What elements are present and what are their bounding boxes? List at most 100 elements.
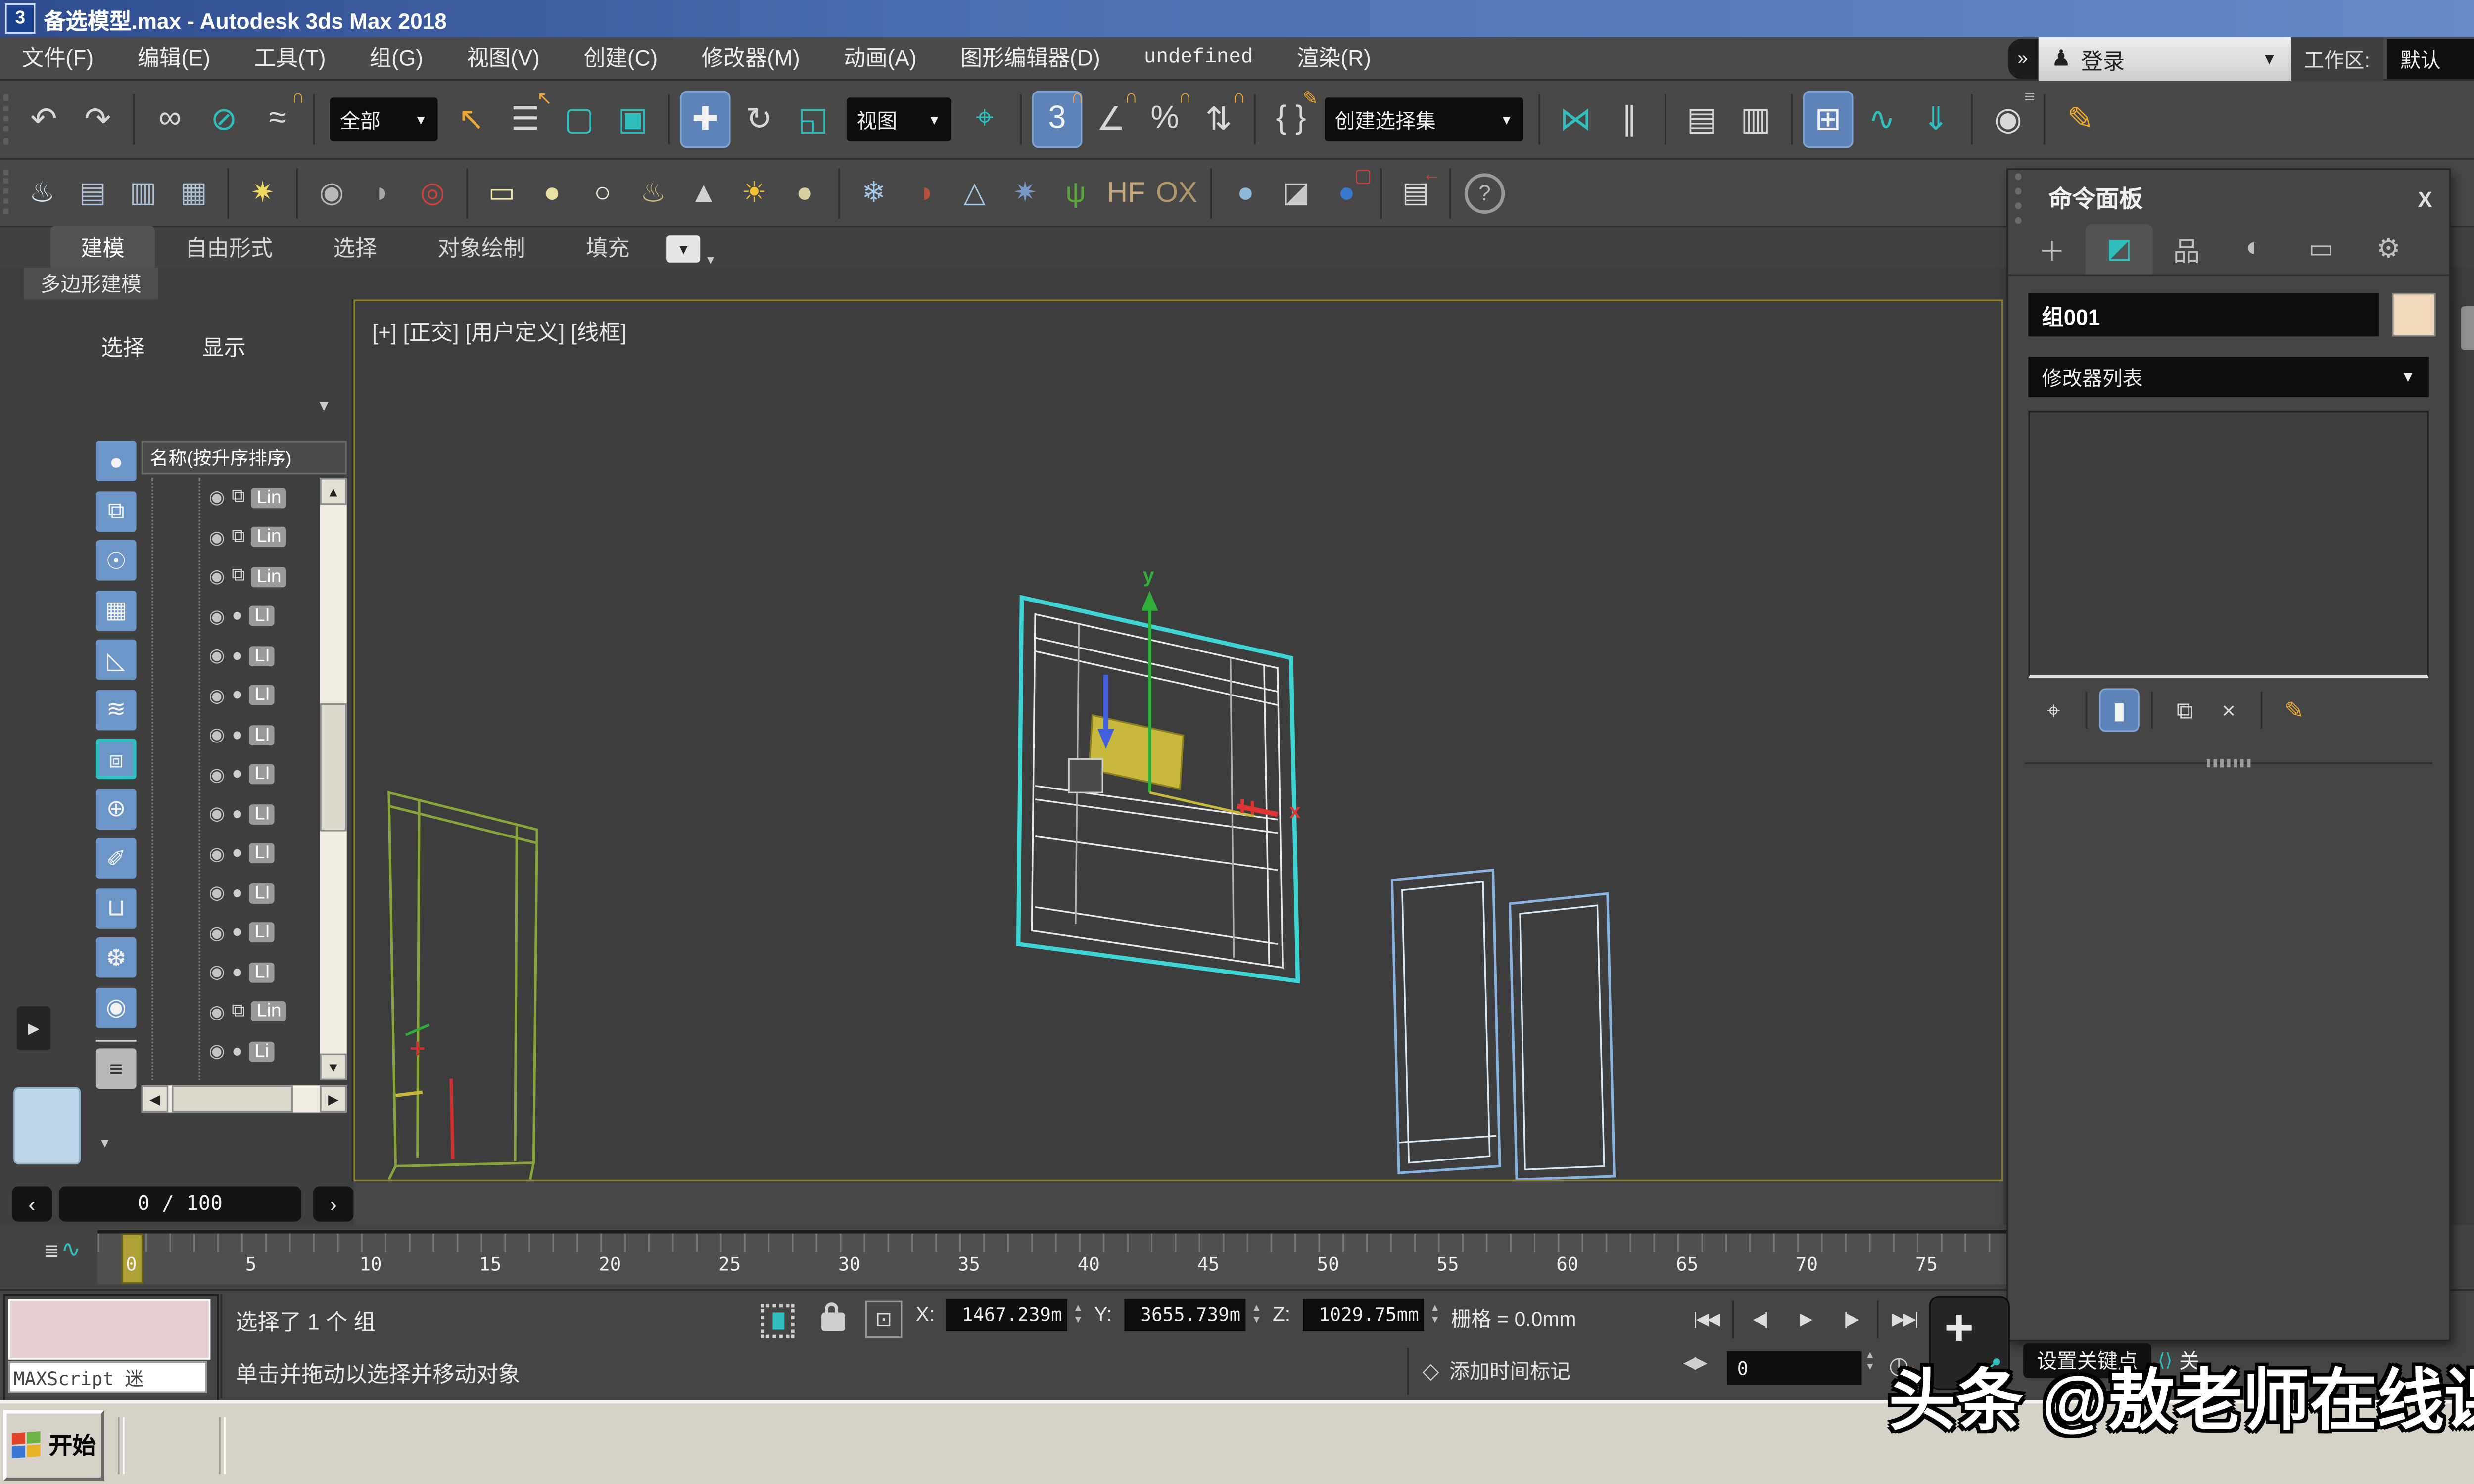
ribbon-subtab-polygon-modeling[interactable]: 多边形建模 (24, 268, 158, 300)
menu-item-graph-editors[interactable]: 图形编辑器(D) (939, 37, 1122, 79)
scene-object-row[interactable]: ◉●LI (142, 715, 347, 755)
add-time-tag[interactable]: ◇ 添加时间标记 (1423, 1356, 1570, 1385)
tab-modify[interactable]: ◩ (2086, 224, 2153, 274)
filter-groups-icon[interactable]: ⧈ (96, 739, 137, 779)
tab-selection[interactable]: 选择 (303, 226, 407, 268)
filter-all-icon[interactable]: ● (96, 441, 137, 481)
menu-item-edit[interactable]: 编辑(E) (115, 37, 232, 79)
visibility-eye-icon[interactable]: ◉ (209, 1001, 225, 1022)
grass-icon[interactable]: ψ (1052, 167, 1099, 218)
metaball-icon[interactable]: ◑ (901, 167, 948, 218)
explorer-dropdown-icon[interactable]: ▼ (317, 397, 332, 414)
spinner-snap-icon[interactable]: ⇅∩ (1193, 91, 1244, 148)
scroll-right-icon[interactable]: ▶ (320, 1085, 346, 1112)
redo-icon[interactable]: ↷ (72, 91, 123, 148)
explorer-menu-display[interactable]: 显示 (202, 330, 246, 362)
scene-object-row[interactable]: ◉●LI (142, 597, 347, 636)
panel-splitter[interactable] (2025, 762, 2432, 764)
configure-modifier-sets-icon[interactable]: ✎ (2274, 688, 2315, 732)
scene-object-row[interactable]: ◉●LI (142, 913, 347, 953)
select-and-scale-icon[interactable]: ◱ (788, 91, 838, 148)
scene-object-row[interactable]: ◉⧉Lin (142, 517, 347, 557)
vertical-scroll-thumb[interactable] (320, 703, 346, 832)
object-name[interactable]: LI (249, 962, 275, 982)
blue-sphere-icon[interactable]: ● (1222, 167, 1269, 218)
reference-coordinate-dropdown[interactable]: 视图▼ (847, 97, 951, 141)
z-coordinate-field[interactable]: 1029.75mm (1303, 1299, 1424, 1331)
visibility-eye-icon[interactable]: ◉ (209, 645, 225, 667)
object-name[interactable]: Lin (251, 1002, 286, 1022)
filter-bones-icon[interactable]: ✐ (96, 838, 137, 879)
angle-snap-icon[interactable]: ∠∩ (1086, 91, 1136, 148)
panel-expand-icon[interactable]: ▶ (17, 1006, 50, 1050)
batch-render-icon[interactable]: ▤← (1392, 167, 1439, 218)
menu-item-undefined[interactable]: undefined (1122, 37, 1275, 79)
make-unique-icon[interactable]: ⧉ (2165, 688, 2205, 732)
tan-sphere-icon[interactable]: ● (781, 167, 828, 218)
absolute-mode-icon[interactable]: ⊡ (865, 1301, 903, 1338)
object-name[interactable]: LI (249, 883, 275, 903)
toggle-layer-explorer-icon[interactable]: ▥ (1730, 91, 1781, 148)
scene-object-row[interactable]: ◉⧉Lin (142, 992, 347, 1031)
undo-icon[interactable]: ↶ (18, 91, 69, 148)
filter-plugins-icon[interactable]: ❆ (96, 937, 137, 978)
stereo-camera-icon[interactable]: ◎ (409, 167, 456, 218)
viewport[interactable]: [+] [正交] [用户定义] [线框] (353, 300, 2003, 1182)
y-coordinate-field[interactable]: 3655.739m (1124, 1299, 1245, 1331)
object-name[interactable]: Lin (251, 567, 286, 587)
hair-hf-icon[interactable]: HF (1102, 167, 1149, 218)
show-end-result-icon[interactable]: ▮ (2099, 688, 2140, 732)
visibility-eye-icon[interactable]: ◉ (209, 961, 225, 983)
scroll-up-icon[interactable]: ▲ (320, 478, 346, 505)
frame-spinner[interactable]: ▲▼ (1865, 1351, 1875, 1374)
x-spinner[interactable]: ▲▼ (1071, 1299, 1086, 1331)
derrick-icon[interactable]: △ (951, 167, 998, 218)
visibility-eye-icon[interactable]: ◉ (209, 1040, 225, 1062)
filter-xrefs-icon[interactable]: ⊕ (96, 788, 137, 829)
timeline-ruler[interactable]: 051015202530354045505560657075 (97, 1230, 2006, 1284)
selection-filter-dropdown[interactable]: 全部▼ (330, 97, 438, 141)
go-to-end-button[interactable]: ▶▶| (1882, 1299, 1927, 1340)
area-light-icon[interactable]: ▭ (478, 167, 525, 218)
mini-curve-editor-icon[interactable]: ≣∿ (44, 1235, 81, 1264)
visibility-eye-icon[interactable]: ◉ (209, 685, 225, 706)
scene-object-row[interactable]: ◉⧉Lin (142, 478, 347, 517)
scene-object-row[interactable]: ◉●LI (142, 755, 347, 794)
use-pivot-point-icon[interactable]: ⌖ (959, 91, 1010, 148)
collapsed-tab[interactable] (2461, 306, 2474, 350)
select-by-name-icon[interactable]: ☰↖ (500, 91, 550, 148)
go-to-start-button[interactable]: |◀◀ (1683, 1299, 1729, 1340)
filter-helpers-icon[interactable]: ◺ (96, 640, 137, 680)
object-name[interactable]: LI (249, 725, 275, 745)
filter-cameras-icon[interactable]: ▦ (96, 590, 137, 630)
explorer-menu-select[interactable]: 选择 (101, 330, 145, 362)
scene-object-row[interactable]: ◉●Li (142, 1031, 347, 1071)
scroll-down-icon[interactable]: ▼ (320, 1054, 346, 1080)
schematic-view-icon[interactable]: ⇓ (1910, 91, 1961, 148)
menu-item-create[interactable]: 创建(C) (562, 37, 679, 79)
toolbar-overflow-icon[interactable]: » (2007, 39, 2038, 79)
key-mode-toggle-icon[interactable]: ◀▶ (1683, 1355, 1706, 1373)
scene-object-row[interactable]: ◉●LI (142, 874, 347, 913)
close-icon[interactable]: X (2418, 186, 2432, 211)
filter-space-warps-icon[interactable]: ≋ (96, 689, 137, 730)
object-name[interactable]: LI (249, 843, 275, 864)
tab-freeform[interactable]: 自由形式 (155, 226, 303, 268)
named-selection-sets-dropdown[interactable]: 创建选择集▼ (1325, 97, 1523, 141)
rendered-frame-window-icon[interactable]: ▥ (120, 167, 167, 218)
visibility-eye-icon[interactable]: ◉ (209, 764, 225, 786)
visibility-eye-icon[interactable]: ◉ (209, 566, 225, 588)
maxscript-mini-listener[interactable]: MAXScript 迷 (3, 1294, 219, 1402)
z-spinner[interactable]: ▲▼ (1427, 1299, 1443, 1331)
visibility-eye-icon[interactable]: ◉ (209, 487, 225, 509)
physical-camera-icon[interactable]: ◪ (1273, 167, 1320, 218)
tab-utilities[interactable]: ⚙ (2355, 224, 2422, 274)
visibility-eye-icon[interactable]: ◉ (209, 882, 225, 904)
remove-modifier-icon[interactable]: × (2208, 688, 2249, 732)
previous-frame-trackbar-button[interactable]: ‹ (12, 1186, 52, 1221)
render-presets-icon[interactable]: ▦ (170, 167, 217, 218)
menu-item-rendering[interactable]: 渲染(R) (1275, 37, 1393, 79)
filter-visibility-icon[interactable]: ◉ (96, 987, 137, 1027)
next-frame-trackbar-button[interactable]: › (314, 1186, 354, 1221)
tab-display[interactable]: ▭ (2287, 224, 2355, 274)
